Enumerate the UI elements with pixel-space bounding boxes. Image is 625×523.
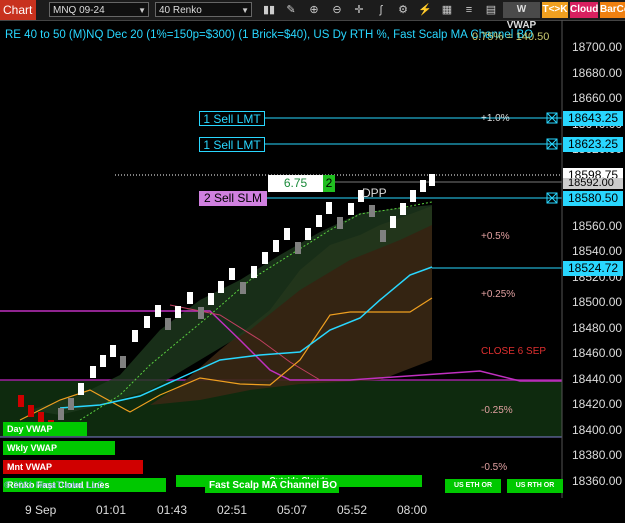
price-tick-label: 18420.00 xyxy=(572,397,623,411)
price-tick-label: 18480.00 xyxy=(572,320,623,335)
prev-price-box: 18592.00 xyxy=(563,178,623,189)
renko-brick xyxy=(284,228,290,240)
price-tick-label: 18440.00 xyxy=(572,371,623,386)
renko-brick xyxy=(78,383,84,395)
close-level-label: CLOSE 6 SEP xyxy=(481,346,547,357)
renko-brick xyxy=(120,356,126,368)
time-label: 9 Sep xyxy=(25,503,57,517)
renko-brick xyxy=(144,316,150,328)
order-price-box-2: 18623.25 xyxy=(563,137,623,152)
renko-brick xyxy=(132,330,138,342)
price-tick-label: 18460.00 xyxy=(572,346,623,360)
renko-brick xyxy=(68,398,74,410)
renko-brick xyxy=(198,307,204,319)
time-label: 01:43 xyxy=(157,503,188,517)
pct-level-label: +0.25% xyxy=(481,289,516,300)
time-label: 05:52 xyxy=(337,503,368,517)
renko-brick xyxy=(155,305,161,317)
day-vwap-label: Day VWAP xyxy=(3,422,87,436)
renko-brick xyxy=(90,366,96,378)
price-tick-label: 18380.00 xyxy=(572,448,623,462)
sell-limit-order-1[interactable]: 1 Sell LMT xyxy=(199,111,265,126)
renko-brick xyxy=(18,395,24,407)
renko-brick xyxy=(218,281,224,293)
renko-brick xyxy=(305,228,311,240)
pct-level-label: -0.25% xyxy=(481,405,513,416)
renko-brick xyxy=(100,355,106,367)
us-rth-or-label: US RTH OR xyxy=(507,479,563,493)
time-label: 08:00 xyxy=(397,503,428,517)
price-tick-label: 18560.00 xyxy=(572,218,623,233)
renko-brick xyxy=(240,282,246,294)
price-tick-label: 18400.00 xyxy=(572,422,623,437)
renko-brick xyxy=(316,215,322,227)
renko-brick xyxy=(348,203,354,215)
renko-brick xyxy=(400,203,406,215)
time-label: 01:01 xyxy=(96,503,127,517)
price-tick-label: 18680.00 xyxy=(572,65,623,80)
copyright-text: © 2021 NinjaTrader, LLC xyxy=(4,480,104,490)
pct-level-label: -0.5% xyxy=(481,462,508,473)
sell-limit-order-2[interactable]: 1 Sell LMT xyxy=(199,137,265,152)
fast-scalp-label: Fast Scalp MA Channel BO xyxy=(205,479,339,493)
price-tick-label: 18540.00 xyxy=(572,244,623,258)
renko-brick xyxy=(208,293,214,305)
renko-brick xyxy=(58,408,64,420)
price-tick-label: 18500.00 xyxy=(572,295,623,309)
renko-brick xyxy=(165,318,171,330)
renko-brick xyxy=(380,230,386,242)
time-label: 05:07 xyxy=(277,503,308,517)
pct-level-label: +0.5% xyxy=(481,231,510,242)
time-label: 02:51 xyxy=(217,503,248,517)
percent-range-label: 0.75% = 140.50 xyxy=(472,31,550,43)
renko-brick xyxy=(251,266,257,278)
renko-brick xyxy=(390,216,396,228)
renko-brick xyxy=(187,292,193,304)
renko-brick xyxy=(369,205,375,217)
us-eth-or-label: US ETH OR xyxy=(445,479,501,493)
price-tick-label: 18360.00 xyxy=(572,473,623,488)
renko-brick xyxy=(295,242,301,254)
renko-brick xyxy=(273,240,279,252)
order-price-box-1: 18643.25 xyxy=(563,111,623,126)
dpp-label: DPP xyxy=(362,186,387,200)
renko-brick xyxy=(229,268,235,280)
pct-level-label: +1.0% xyxy=(481,113,510,124)
renko-brick xyxy=(262,252,268,264)
renko-brick xyxy=(175,306,181,318)
chart-description: RE 40 to 50 (M)NQ Dec 20 (1%=150p=$300) … xyxy=(5,29,534,41)
position-qty-box[interactable]: 2 xyxy=(323,175,335,192)
price-tick-label: 18660.00 xyxy=(572,91,623,105)
stop-price-box: 18580.50 xyxy=(563,191,623,206)
sell-stop-order[interactable]: 2 Sell SLM xyxy=(199,191,267,206)
renko-brick xyxy=(429,174,435,186)
renko-brick xyxy=(326,202,332,214)
level-price-box: 18524.72 xyxy=(563,261,623,276)
weekly-vwap-label: Wkly VWAP xyxy=(3,441,115,455)
renko-brick xyxy=(110,345,116,357)
monthly-vwap-label: Mnt VWAP xyxy=(3,460,143,474)
renko-brick xyxy=(28,405,34,417)
price-tick-label: 18700.00 xyxy=(572,40,623,54)
position-price-box[interactable]: 6.75 xyxy=(268,175,323,192)
renko-brick xyxy=(337,217,343,229)
renko-brick xyxy=(410,190,416,202)
renko-brick xyxy=(420,180,426,192)
